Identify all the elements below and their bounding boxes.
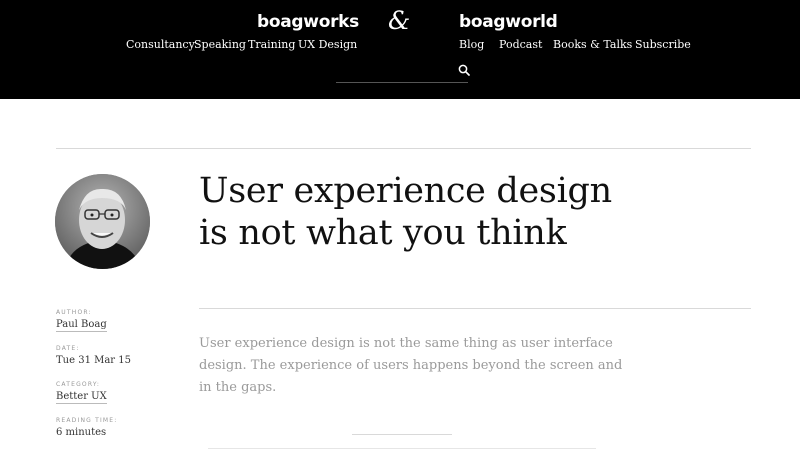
intro-line: in the gaps. xyxy=(199,380,277,395)
site-header: boagworks & boagworld Consultancy Speaki… xyxy=(0,0,800,99)
category-label: CATEGORY: xyxy=(56,381,101,388)
search-input[interactable] xyxy=(336,62,448,80)
nav-consultancy[interactable]: Consultancy xyxy=(126,38,195,51)
reading-time-value: 6 minutes xyxy=(56,427,107,438)
intro-line: design. The experience of users happens … xyxy=(199,358,623,373)
article-intro: User experience design is not the same t… xyxy=(199,333,623,399)
title-line: is not what you think xyxy=(199,213,567,253)
nav-books-talks[interactable]: Books & Talks xyxy=(553,38,632,51)
boagworld-logo[interactable]: boagworld xyxy=(459,12,558,32)
date-value: Tue 31 Mar 15 xyxy=(56,355,131,366)
nav-blog[interactable]: Blog xyxy=(459,38,484,51)
author-photo xyxy=(55,174,150,269)
nav-subscribe[interactable]: Subscribe xyxy=(635,38,691,51)
search-bar xyxy=(336,62,470,83)
reading-time-label: READING TIME: xyxy=(56,417,118,424)
top-divider xyxy=(56,148,751,149)
author-link[interactable]: Paul Boag xyxy=(56,319,107,332)
search-icon[interactable] xyxy=(458,64,470,76)
author-label: AUTHOR: xyxy=(56,309,92,316)
category-link[interactable]: Better UX xyxy=(56,391,107,404)
nav-podcast[interactable]: Podcast xyxy=(499,38,542,51)
article-title: User experience design is not what you t… xyxy=(199,170,719,254)
nav-speaking[interactable]: Speaking xyxy=(194,38,246,51)
intro-line: User experience design is not the same t… xyxy=(199,336,613,351)
ampersand-logo: & xyxy=(388,6,411,35)
boagworks-logo[interactable]: boagworks xyxy=(257,12,359,32)
author-value[interactable]: Paul Boag xyxy=(56,319,107,332)
nav-ux-design[interactable]: UX Design xyxy=(298,38,357,51)
date-label: DATE: xyxy=(56,345,80,352)
nav-training[interactable]: Training xyxy=(248,38,295,51)
author-avatar xyxy=(55,174,150,269)
short-divider xyxy=(352,434,452,435)
bottom-divider xyxy=(208,448,596,449)
category-value[interactable]: Better UX xyxy=(56,391,107,404)
title-line: User experience design xyxy=(199,171,612,211)
title-divider xyxy=(199,308,751,309)
